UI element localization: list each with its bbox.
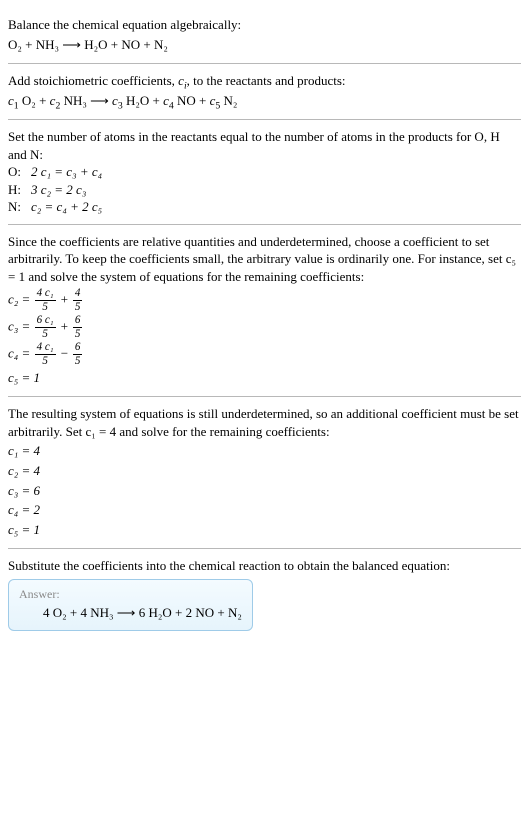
- section-solve-2: The resulting system of equations is sti…: [8, 397, 521, 549]
- text: Add stoichiometric coefficients,: [8, 73, 178, 88]
- numerator: 6: [73, 342, 83, 355]
- equation-unbalanced: O₂ + NH₃ ⟶ H₂O + NO + N₂: [8, 36, 521, 54]
- section-atom-balance: Set the number of atoms in the reactants…: [8, 120, 521, 225]
- element-label: O:: [8, 163, 31, 181]
- answer-label: Answer:: [19, 586, 242, 602]
- numerator: 6 c₁: [35, 315, 56, 328]
- eq-c5: c₅ = 1: [8, 369, 521, 387]
- result-c1: c₁ = 4: [8, 442, 521, 460]
- answer-box: Answer: 4 O₂ + 4 NH₃ ⟶ 6 H₂O + 2 NO + N₂: [8, 579, 253, 631]
- eq-c2: c₂ = 4 c₁5 + 45: [8, 288, 521, 313]
- atom-equations: O: 2 c₁ = c₃ + c₄ H: 3 c₂ = 2 c₃ N: c₂ =…: [8, 163, 112, 216]
- eq-row-o: O: 2 c₁ = c₃ + c₄: [8, 163, 112, 181]
- fraction: 4 c₁5: [35, 288, 56, 313]
- equation: c₂ = c₄ + 2 c₅: [31, 198, 112, 216]
- numerator: 4: [73, 288, 83, 301]
- numerator: 4 c₁: [35, 342, 56, 355]
- term: H₂O +: [123, 93, 163, 108]
- section-answer: Substitute the coefficients into the che…: [8, 549, 521, 638]
- equation-with-coeffs: c1 O₂ + c2 NH₃ ⟶ c3 H₂O + c4 NO + c5 N₂: [8, 92, 521, 110]
- result-c5: c₅ = 1: [8, 521, 521, 539]
- fraction: 4 c₁5: [35, 342, 56, 367]
- numerator: 6: [73, 315, 83, 328]
- term: N₂: [220, 93, 237, 108]
- fraction: 45: [73, 288, 83, 313]
- section-solve-1: Since the coefficients are relative quan…: [8, 225, 521, 397]
- denominator: 5: [35, 355, 56, 367]
- lhs: c₃ =: [8, 318, 34, 333]
- lhs: c₄ =: [8, 345, 34, 360]
- result-c4: c₄ = 2: [8, 501, 521, 519]
- op: −: [57, 345, 72, 360]
- text-line: Since the coefficients are relative quan…: [8, 233, 521, 286]
- term: O₂ +: [19, 93, 50, 108]
- text: , to the reactants and products:: [187, 73, 346, 88]
- text-line: Set the number of atoms in the reactants…: [8, 128, 521, 163]
- equation: 3 c₂ = 2 c₃: [31, 181, 112, 199]
- text-line: The resulting system of equations is sti…: [8, 405, 521, 440]
- lhs: c₂ =: [8, 291, 34, 306]
- section-problem: Balance the chemical equation algebraica…: [8, 8, 521, 64]
- element-label: N:: [8, 198, 31, 216]
- result-c3: c₃ = 6: [8, 482, 521, 500]
- op: +: [57, 318, 72, 333]
- fraction: 65: [73, 315, 83, 340]
- fraction: 6 c₁5: [35, 315, 56, 340]
- eq-row-h: H: 3 c₂ = 2 c₃: [8, 181, 112, 199]
- element-label: H:: [8, 181, 31, 199]
- numerator: 4 c₁: [35, 288, 56, 301]
- text-line: Balance the chemical equation algebraica…: [8, 16, 521, 34]
- equation: 2 c₁ = c₃ + c₄: [31, 163, 112, 181]
- term: NH₃ ⟶: [60, 93, 112, 108]
- term: NO +: [174, 93, 210, 108]
- denominator: 5: [73, 328, 83, 340]
- eq-c3: c₃ = 6 c₁5 + 65: [8, 315, 521, 340]
- balanced-equation: 4 O₂ + 4 NH₃ ⟶ 6 H₂O + 2 NO + N₂: [19, 604, 242, 622]
- denominator: 5: [73, 355, 83, 367]
- eq-row-n: N: c₂ = c₄ + 2 c₅: [8, 198, 112, 216]
- denominator: 5: [73, 301, 83, 313]
- eq-c4: c₄ = 4 c₁5 − 65: [8, 342, 521, 367]
- text-line: Add stoichiometric coefficients, ci, to …: [8, 72, 521, 90]
- denominator: 5: [35, 301, 56, 313]
- section-stoich: Add stoichiometric coefficients, ci, to …: [8, 64, 521, 120]
- result-c2: c₂ = 4: [8, 462, 521, 480]
- denominator: 5: [35, 328, 56, 340]
- op: +: [57, 291, 72, 306]
- text-line: Substitute the coefficients into the che…: [8, 557, 521, 575]
- fraction: 65: [73, 342, 83, 367]
